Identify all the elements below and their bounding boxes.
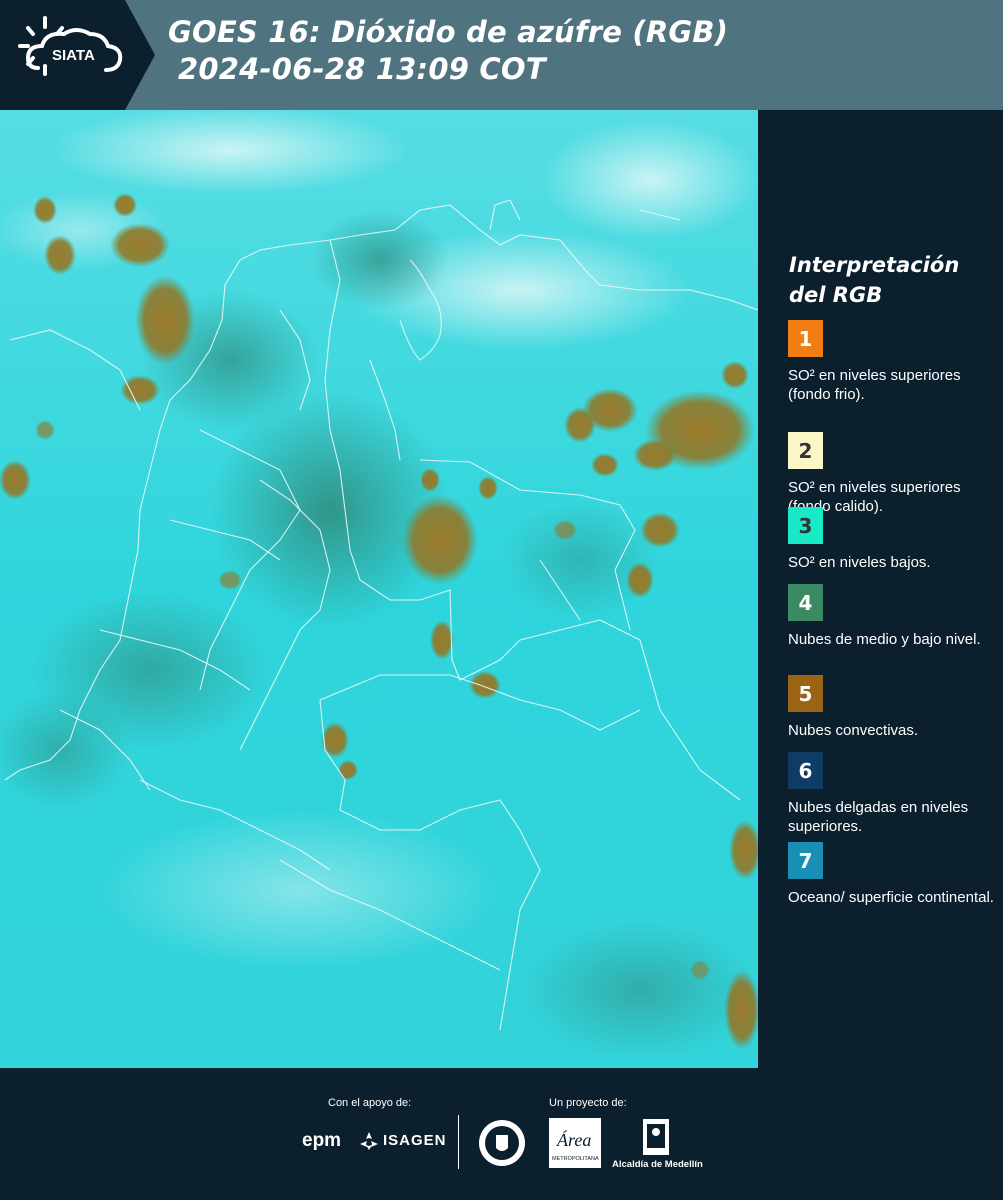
epm-logo: epm [302, 1130, 342, 1151]
satellite-map [0, 110, 758, 1068]
alcaldia-label: Alcaldía de Medellín [612, 1159, 703, 1170]
project-label: Un proyecto de: [549, 1097, 627, 1109]
legend-item-4: 4 Nubes de medio y bajo nivel. [788, 584, 998, 649]
isagen-icon [360, 1132, 378, 1150]
legend-swatch: 3 [788, 507, 823, 544]
medellin-seal-icon [479, 1120, 525, 1166]
alcaldia-shield-icon [643, 1119, 669, 1155]
legend-label: Nubes convectivas. [788, 722, 919, 739]
legend-swatch: 7 [788, 842, 823, 879]
legend-label: SO² en niveles superiores (fondo frio). [788, 367, 961, 403]
footer: Con el apoyo de: Un proyecto de: epm ISA… [0, 1068, 1003, 1200]
isagen-logo: ISAGEN [383, 1132, 447, 1149]
legend-label: Nubes delgadas en niveles superiores. [788, 799, 969, 835]
legend-panel: Interpretación del RGB 1 SO² en niveles s… [758, 110, 1003, 1068]
legend-swatch: 5 [788, 675, 823, 712]
title-line-2: 2024-06-28 13:09 COT [178, 52, 546, 86]
legend-swatch: 1 [788, 320, 823, 357]
legend-swatch: 2 [788, 432, 823, 469]
legend-item-5: 5 Nubes convectivas. [788, 675, 998, 740]
area-metropolitana-logo: Área METROPOLITANA [549, 1118, 601, 1168]
legend-label: Oceano/ superficie continental. [788, 889, 994, 906]
legend-label: SO² en niveles bajos. [788, 554, 931, 571]
header-bar: SIATA GOES 16: Dióxido de azúfre (RGB) 2… [0, 0, 1003, 110]
siata-logo-text: SIATA [52, 47, 95, 64]
page-title: GOES 16: Dióxido de azúfre (RGB) 2024-06… [168, 14, 728, 88]
legend-item-1: 1 SO² en niveles superiores (fondo frio). [788, 320, 998, 404]
support-label: Con el apoyo de: [328, 1097, 412, 1109]
legend-item-7: 7 Oceano/ superficie continental. [788, 842, 998, 907]
legend-title: Interpretación del RGB [789, 250, 989, 310]
legend-swatch: 6 [788, 752, 823, 789]
legend-label: Nubes de medio y bajo nivel. [788, 631, 981, 648]
svg-text:Área: Área [556, 1129, 591, 1150]
siata-logo: SIATA [0, 0, 160, 110]
legend-title-line-2: del RGB [789, 283, 883, 307]
legend-title-line-1: Interpretación [789, 253, 960, 277]
legend-item-6: 6 Nubes delgadas en niveles superiores. [788, 752, 998, 836]
svg-text:METROPOLITANA: METROPOLITANA [552, 1156, 599, 1162]
satellite-map-image [0, 110, 758, 1068]
footer-divider [458, 1115, 459, 1169]
legend-item-2: 2 SO² en niveles superiores (fondo calido… [788, 432, 998, 516]
title-line-1: GOES 16: Dióxido de azúfre (RGB) [168, 15, 729, 49]
legend-swatch: 4 [788, 584, 823, 621]
legend-item-3: 3 SO² en niveles bajos. [788, 507, 998, 572]
